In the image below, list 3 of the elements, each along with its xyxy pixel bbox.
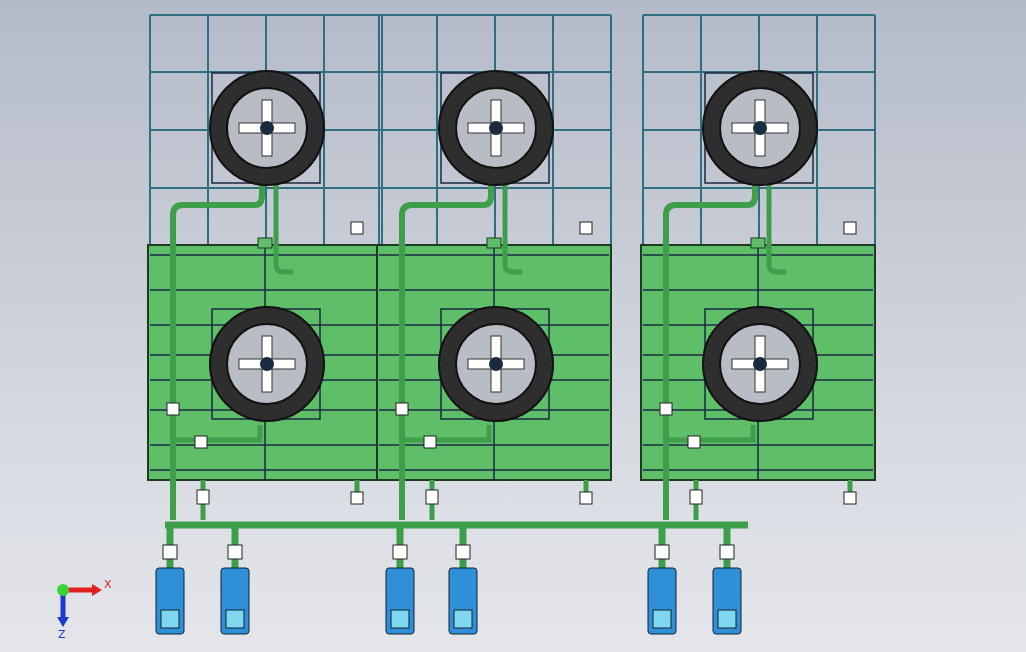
x-axis-label: X xyxy=(104,578,112,591)
z-axis-label: Z xyxy=(58,628,66,641)
axis-triad-icon xyxy=(57,584,102,627)
